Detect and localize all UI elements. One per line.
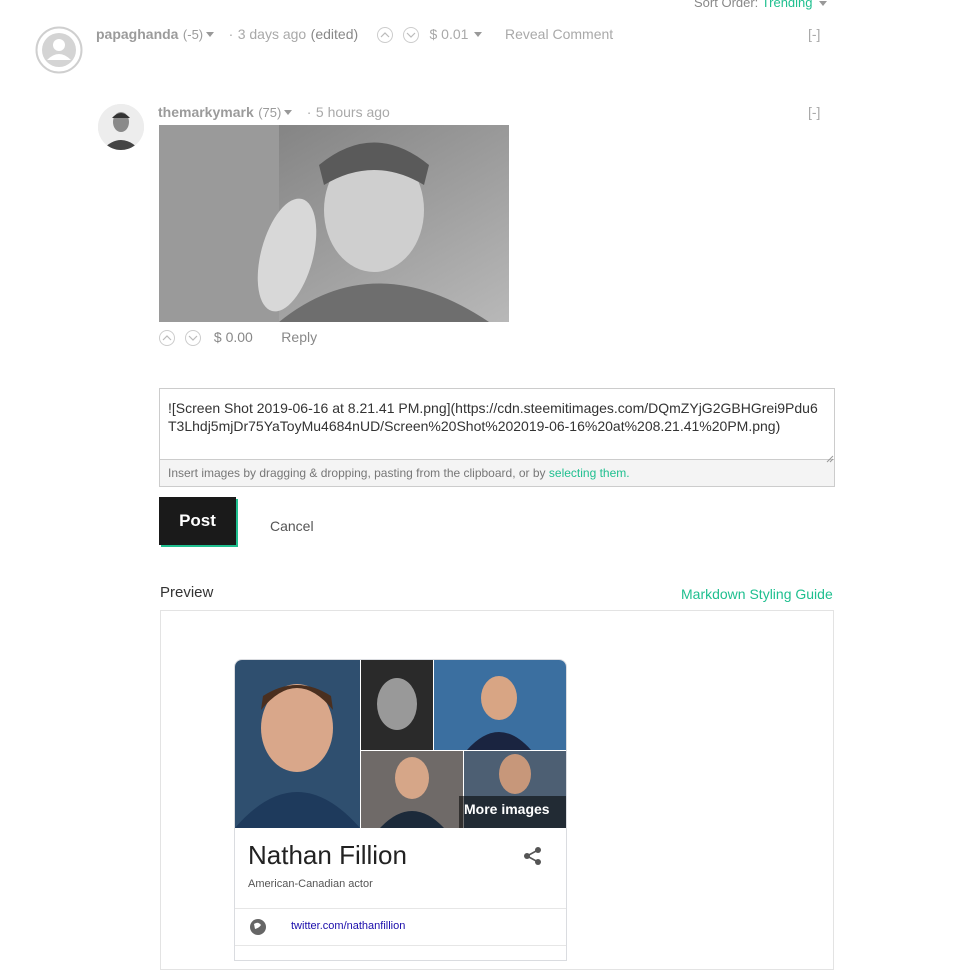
card-link: twitter.com/nathanfillion [291,920,406,932]
reveal-comment-link[interactable]: Reveal Comment [505,26,613,42]
collapse-toggle[interactable]: [-] [808,104,820,120]
chevron-down-icon[interactable] [474,32,483,38]
comment-footer: $ 0.00 Reply [159,329,317,347]
upload-hint-text: Insert images by dragging & dropping, pa… [168,466,546,480]
cancel-button[interactable]: Cancel [270,518,314,534]
preview-label: Preview [160,584,214,601]
sort-order-label: Sort Order: [694,0,759,10]
comment-image [159,125,509,322]
more-images-link[interactable]: More images [464,801,550,817]
sort-order[interactable]: Sort Order: Trending [694,0,828,10]
comment-header: papaghanda (-5) · 3 days ago (edited) $ … [96,26,483,44]
downvote-icon[interactable] [185,329,202,346]
comment-author[interactable]: themarkymark [158,104,254,120]
chevron-down-icon [819,1,828,7]
avatar[interactable] [35,26,83,74]
preview-image: More images Nathan Fillion American-Cana… [234,659,567,961]
edited-label: (edited) [310,26,359,42]
author-reputation: (75) [258,105,282,120]
person-photo [159,125,509,322]
reply-link[interactable]: Reply [281,329,317,345]
default-avatar-icon [35,26,83,74]
card-subtitle: American-Canadian actor [248,878,373,890]
chevron-down-icon[interactable] [206,32,215,38]
user-photo [98,104,144,150]
sort-order-value[interactable]: Trending [762,0,813,10]
comment-time[interactable]: 3 days ago [238,26,307,42]
globe-icon [249,918,267,941]
payout-value[interactable]: $ 0.00 [214,329,253,345]
reply-editor: ![Screen Shot 2019-06-16 at 8.21.41 PM.p… [159,388,835,487]
image-collage: More images [235,660,566,828]
collapse-toggle[interactable]: [-] [808,26,820,42]
post-button[interactable]: Post [159,497,236,545]
share-icon [523,846,543,871]
comment-header: themarkymark (75) · 5 hours ago [158,104,390,120]
card-title: Nathan Fillion [248,840,407,870]
downvote-icon[interactable] [403,26,420,43]
upload-hint: Insert images by dragging & dropping, pa… [160,460,834,486]
author-reputation: (-5) [182,27,204,42]
comment-time[interactable]: 5 hours ago [316,104,390,120]
upvote-icon[interactable] [376,26,393,43]
payout-value[interactable]: $ 0.01 [430,26,469,42]
reply-textarea[interactable]: ![Screen Shot 2019-06-16 at 8.21.41 PM.p… [160,389,834,460]
select-files-link[interactable]: selecting them. [549,466,630,480]
resize-handle-icon[interactable] [826,450,834,468]
card-link-row: twitter.com/nathanfillion [235,909,566,946]
chevron-down-icon[interactable] [284,110,293,116]
markdown-guide-link[interactable]: Markdown Styling Guide [681,586,833,602]
avatar[interactable] [98,104,144,150]
comment-author[interactable]: papaghanda [96,26,178,42]
upvote-icon[interactable] [159,329,175,346]
card-title-section: Nathan Fillion American-Canadian actor [235,828,566,909]
